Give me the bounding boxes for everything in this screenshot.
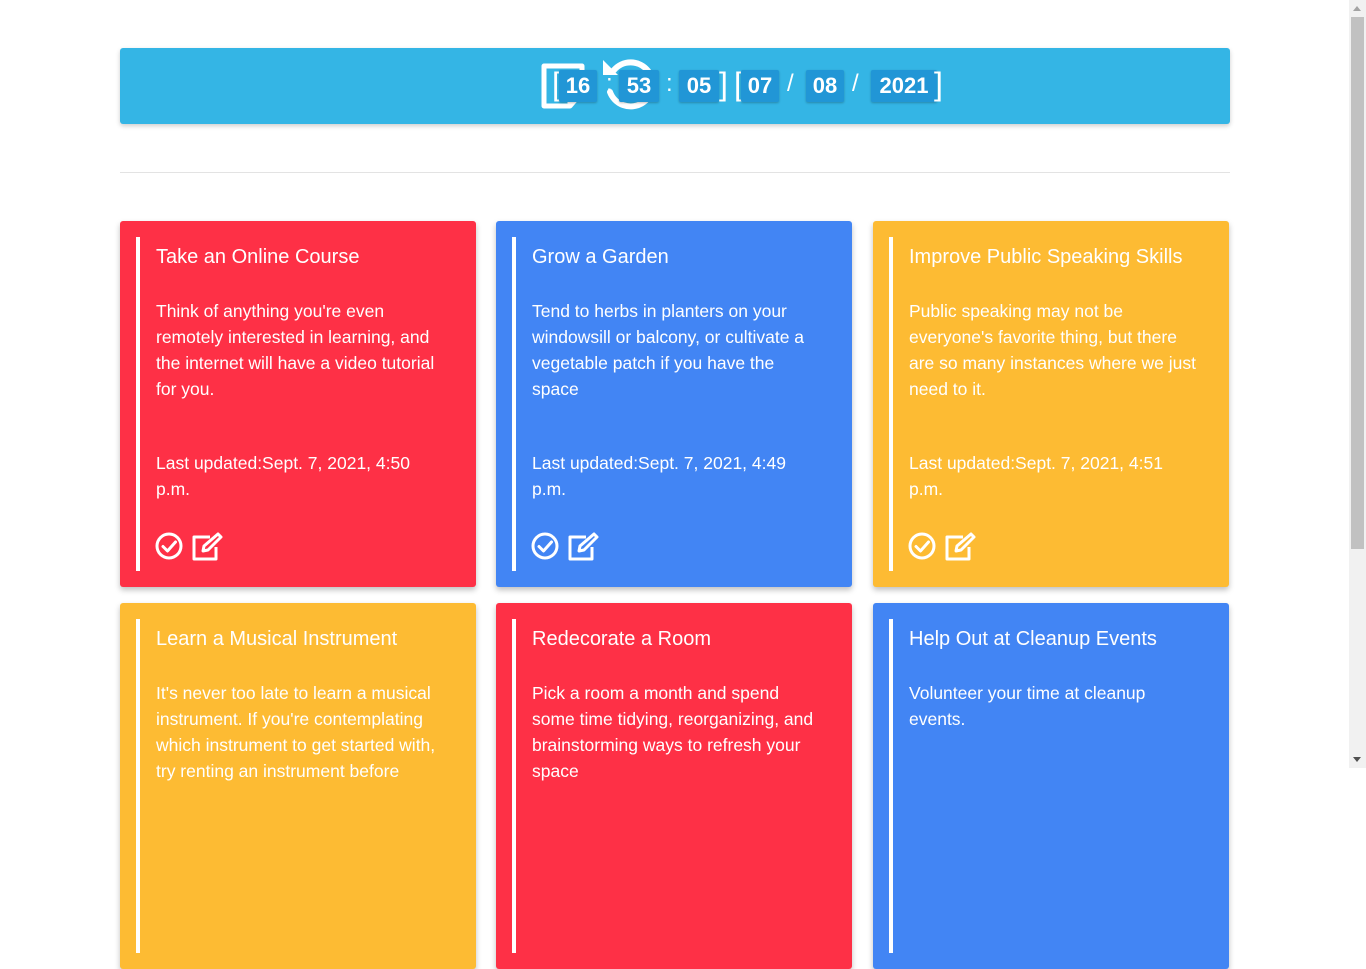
clock-bracket-close: ] — [719, 66, 728, 102]
date-year: 2021 — [871, 70, 937, 102]
card-description: Think of anything you're even remotely i… — [156, 301, 435, 399]
card-title: Redecorate a Room — [532, 628, 711, 650]
clock-minutes: 53 — [619, 70, 659, 102]
date-bracket-close: ] — [934, 66, 943, 102]
clock-seconds: 05 — [679, 70, 719, 102]
card-title: Improve Public Speaking Skills — [909, 246, 1183, 268]
card-description: Pick a room a month and spend some time … — [532, 683, 814, 781]
card-last-updated: Last updated:Sept. 7, 2021, 4:50 p.m. — [156, 453, 410, 499]
clock-hours: 16 — [559, 70, 597, 102]
datetime-clock: [ 16 : 53 : 05 ] [ 07 / 08 / 2021 ] — [120, 48, 1230, 124]
card-description: It's never too late to learn a musical i… — [156, 683, 436, 781]
card-stripe — [889, 619, 893, 953]
edit-icon[interactable] — [566, 531, 600, 563]
card-title: Grow a Garden — [532, 246, 669, 268]
todo-card: Grow a Garden Tend to herbs in planters … — [496, 221, 852, 587]
card-title: Help Out at Cleanup Events — [909, 628, 1157, 650]
todo-card: Redecorate a Room Pick a room a month an… — [496, 603, 852, 969]
card-description: Public speaking may not be everyone's fa… — [909, 301, 1196, 399]
todo-card: Learn a Musical Instrument It's never to… — [120, 603, 476, 969]
scroll-up-arrow-icon[interactable] — [1353, 6, 1361, 11]
card-stripe — [136, 237, 140, 571]
clock-time-separator: : — [606, 70, 613, 97]
card-last-updated: Last updated:Sept. 7, 2021, 4:49 p.m. — [532, 453, 786, 499]
date-separator: / — [787, 70, 794, 97]
card-stripe — [889, 237, 893, 571]
todo-card: Help Out at Cleanup Events Volunteer you… — [873, 603, 1229, 969]
card-stripe — [512, 237, 516, 571]
date-month: 08 — [806, 70, 844, 102]
card-stripe — [136, 619, 140, 953]
card-stripe — [512, 619, 516, 953]
divider — [120, 172, 1230, 173]
todo-card: Improve Public Speaking Skills Public sp… — [873, 221, 1229, 587]
card-title: Learn a Musical Instrument — [156, 628, 398, 650]
card-description: Volunteer your time at cleanup events. — [909, 683, 1146, 729]
check-circle-icon[interactable] — [907, 531, 937, 561]
vertical-scrollbar[interactable] — [1349, 0, 1366, 768]
card-last-updated: Last updated:Sept. 7, 2021, 4:51 p.m. — [909, 453, 1163, 499]
edit-icon[interactable] — [190, 531, 224, 563]
card-title: Take an Online Course — [156, 246, 360, 268]
clock-time-separator: : — [666, 70, 673, 97]
edit-icon[interactable] — [943, 531, 977, 563]
date-day: 07 — [741, 70, 779, 102]
check-circle-icon[interactable] — [530, 531, 560, 561]
check-circle-icon[interactable] — [154, 531, 184, 561]
card-description: Tend to herbs in planters on your window… — [532, 301, 805, 399]
header-bar: [ 16 : 53 : 05 ] [ 07 / 08 / 2021 ] — [120, 48, 1230, 124]
scroll-down-arrow-icon[interactable] — [1353, 757, 1361, 762]
todo-card: Take an Online Course Think of anything … — [120, 221, 476, 587]
date-separator: / — [852, 70, 859, 97]
scrollbar-thumb[interactable] — [1351, 17, 1364, 549]
